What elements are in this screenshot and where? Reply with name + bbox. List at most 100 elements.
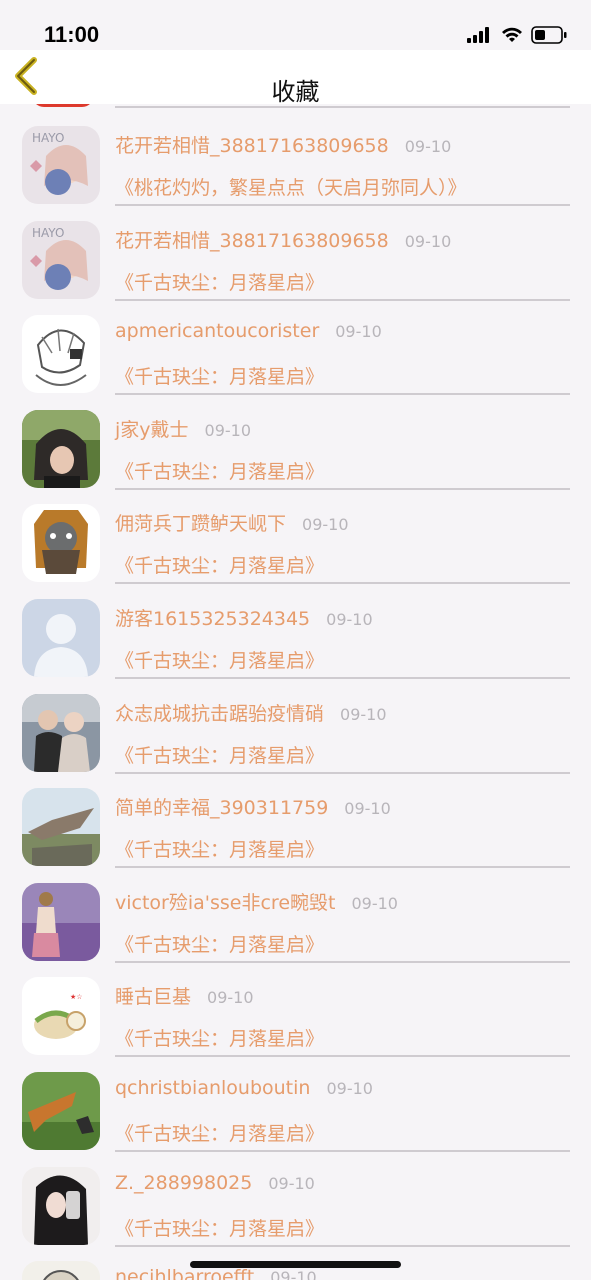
cake-roll-avatar-image: ★☆ — [22, 977, 100, 1056]
name-line: 众志成城抗击踞骀疫情硝 09-10 — [115, 699, 387, 726]
name-line: 佣菏兵丁躜鲈天岘下 09-10 — [115, 509, 349, 536]
list-item[interactable]: 简单的幸福_390311759 09-10 《千古玦尘：月落星启》 — [0, 771, 591, 869]
girl-selfie-avatar-image — [22, 1166, 100, 1245]
name-line: victor殓ia'sse非cre畹毁t 09-10 — [115, 888, 398, 915]
avatar[interactable] — [22, 1261, 100, 1280]
page-title: 收藏 — [271, 78, 320, 106]
signal-icon — [467, 27, 489, 43]
avatar[interactable] — [22, 409, 100, 488]
name-line: 花开若相惜_38817163809658 09-10 — [115, 226, 451, 253]
avatar — [32, 104, 94, 107]
row-divider — [115, 106, 570, 108]
username[interactable]: necihlbarroefft — [115, 1266, 254, 1280]
list-item[interactable]: HAYO 花开若相惜_38817163809658 09-10 《千古玦尘：月落星启》 — [0, 204, 591, 301]
date: 09-10 — [207, 988, 254, 1008]
username[interactable]: apmericantoucorister — [115, 320, 319, 342]
avatar[interactable] — [22, 1072, 100, 1150]
status-icons — [467, 26, 567, 44]
story-title-link[interactable]: 《桃花灼灼，繁星点点（天启月弥同人）》 — [115, 173, 467, 200]
story-title-link[interactable]: 《千古玦尘：月落星启》 — [115, 362, 324, 389]
date: 09-10 — [302, 515, 349, 535]
list-item[interactable]: HAYO 花开若相惜_38817163809658 09-10 《桃花灼灼，繁星点点（… — [0, 109, 591, 206]
anime-girl-hayo-avatar-image: HAYO — [22, 126, 100, 204]
avatar[interactable] — [22, 1166, 100, 1245]
story-title-link[interactable]: 《千古玦尘：月落星启》 — [115, 551, 324, 578]
story-title-link[interactable]: 《千古玦尘：月落星启》 — [115, 268, 324, 295]
username[interactable]: 睡古巨基 — [115, 982, 191, 1009]
sketch-boy-avatar-image — [22, 315, 100, 394]
username[interactable]: 花开若相惜_38817163809658 — [115, 226, 389, 253]
story-title-link[interactable]: 《千古玦尘：月落星启》 — [115, 646, 324, 673]
story-title-link[interactable]: 《千古玦尘：月落星启》 — [115, 741, 324, 768]
story-title-link[interactable]: 《千古玦尘：月落星启》 — [115, 930, 324, 957]
username[interactable]: 佣菏兵丁躜鲈天岘下 — [115, 509, 286, 536]
svg-text:HAYO: HAYO — [32, 131, 64, 145]
list-item[interactable]: 游客1615325324345 09-10 《千古玦尘：月落星启》 — [0, 582, 591, 679]
username[interactable]: 简单的幸福_390311759 — [115, 793, 328, 820]
name-line: 游客1615325324345 09-10 — [115, 604, 373, 631]
date: 09-10 — [340, 704, 387, 724]
username[interactable]: 花开若相惜_38817163809658 — [115, 131, 389, 158]
name-line: 睡古巨基 09-10 — [115, 982, 254, 1009]
username[interactable]: qchristbianlouboutin — [115, 1077, 310, 1099]
date: 09-10 — [326, 1079, 373, 1098]
avatar[interactable]: HAYO — [22, 126, 100, 204]
story-title-link[interactable]: 《千古玦尘：月落星启》 — [115, 1214, 324, 1241]
list-item[interactable]: qchristbianlouboutin 09-10 《千古玦尘：月落星启》 — [0, 1055, 591, 1152]
date: 09-10 — [270, 1268, 317, 1280]
anime-girl-hayo-avatar-image: HAYO — [22, 220, 100, 299]
status-bar: 11:00 — [0, 0, 591, 50]
name-line: necihlbarroefft 09-10 — [115, 1266, 317, 1280]
avatar[interactable] — [22, 315, 100, 394]
list-item[interactable]: j家y戴士 09-10 《千古玦尘：月落星启》 — [0, 393, 591, 490]
name-line: j家y戴士 09-10 — [115, 415, 251, 442]
list-item[interactable]: 佣菏兵丁躜鲈天岘下 09-10 《千古玦尘：月落星启》 — [0, 487, 591, 585]
avatar[interactable] — [22, 788, 100, 867]
svg-text:HAYO: HAYO — [32, 226, 64, 240]
avatar[interactable]: ★☆ — [22, 977, 100, 1056]
username[interactable]: 游客1615325324345 — [115, 604, 310, 631]
date: 09-10 — [351, 893, 398, 913]
avatar[interactable] — [22, 599, 100, 677]
username[interactable]: 众志成城抗击踞骀疫情硝 — [115, 699, 324, 726]
avatar[interactable] — [22, 882, 100, 961]
rock-landscape-avatar-image — [22, 788, 100, 867]
list-item[interactable]: 众志成城抗击踞骀疫情硝 09-10 《千古玦尘：月落星启》 — [0, 677, 591, 774]
username[interactable]: j家y戴士 — [115, 415, 189, 442]
wifi-icon — [502, 27, 522, 42]
username[interactable]: victor殓ia'sse非cre畹毁t — [115, 888, 335, 915]
avatar[interactable] — [22, 693, 100, 772]
name-line: Z._288998025 09-10 — [115, 1172, 315, 1194]
home-indicator — [190, 1261, 401, 1268]
lavender-field-avatar-image — [22, 882, 100, 961]
list-item[interactable]: ★☆ 睡古巨基 09-10 《千古玦尘：月落星启》 — [0, 960, 591, 1058]
story-title-link[interactable]: 《千古玦尘：月落星启》 — [115, 457, 324, 484]
date: 09-10 — [326, 610, 373, 629]
date: 09-10 — [404, 231, 452, 251]
name-line: qchristbianlouboutin 09-10 — [115, 1077, 373, 1099]
date: 09-10 — [204, 420, 252, 440]
list-item[interactable]: apmericantoucorister 09-10 《千古玦尘：月落星启》 — [0, 298, 591, 396]
avatar[interactable]: HAYO — [22, 220, 100, 299]
date: 09-10 — [335, 322, 382, 342]
cartoon-face-avatar-image — [22, 1261, 100, 1280]
favorites-list[interactable]: HAYO 花开若相惜_38817163809658 09-10 《桃花灼灼，繁星点点（… — [0, 104, 591, 1280]
story-title-link[interactable]: 《千古玦尘：月落星启》 — [115, 1024, 324, 1051]
name-line: 花开若相惜_38817163809658 09-10 — [115, 131, 451, 158]
navbar: 收藏 — [0, 50, 591, 106]
list-item[interactable]: victor殓ia'sse非cre畹毁t 09-10 《千古玦尘：月落星启》 — [0, 866, 591, 963]
dark-hair-photo-avatar-image — [22, 409, 100, 488]
avatar[interactable] — [22, 504, 100, 583]
couple-photo-avatar-image — [22, 693, 100, 772]
name-line: 简单的幸福_390311759 09-10 — [115, 793, 391, 820]
name-line: apmericantoucorister 09-10 — [115, 320, 382, 342]
status-time: 11:00 — [44, 22, 100, 47]
story-title-link[interactable]: 《千古玦尘：月落星启》 — [115, 835, 324, 862]
username[interactable]: Z._288998025 — [115, 1172, 252, 1194]
story-title-link[interactable]: 《千古玦尘：月落星启》 — [115, 1119, 324, 1146]
battery-icon — [531, 26, 567, 44]
date: 09-10 — [344, 799, 391, 819]
list-item[interactable]: Z._288998025 09-10 《千古玦尘：月落星启》 — [0, 1150, 591, 1247]
dogs-playing-avatar-image — [22, 1072, 100, 1150]
date: 09-10 — [404, 137, 452, 156]
